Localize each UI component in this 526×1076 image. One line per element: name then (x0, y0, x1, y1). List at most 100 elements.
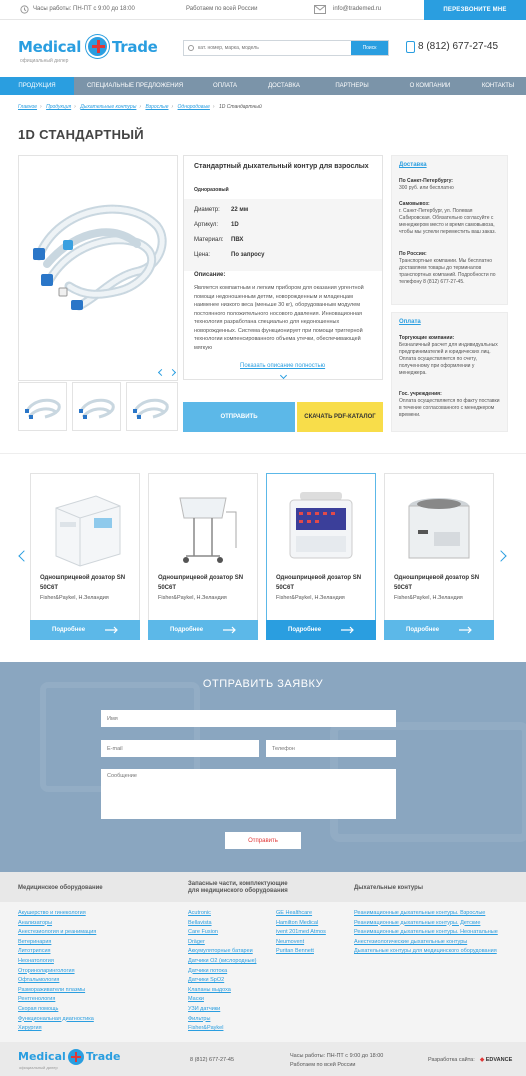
nav-special-offers[interactable]: СПЕЦИАЛЬНЫЕ ПРЕДЛОЖЕНИЯ (74, 77, 196, 95)
footer-link[interactable]: Анализаторы (18, 919, 52, 929)
product-card-more-button[interactable]: Подробнее (148, 620, 258, 640)
product-card-more-button[interactable]: Подробнее (30, 620, 140, 640)
show-more-link[interactable]: Показать описание полностью (240, 363, 325, 369)
footer-link[interactable]: Хирургия (18, 1024, 42, 1034)
footer-link[interactable]: Функциональная диагностика (18, 1015, 94, 1025)
product-card-image (179, 497, 237, 563)
header-phone[interactable]: 8 (812) 677-27-45 (418, 41, 498, 52)
gallery-thumb[interactable] (18, 382, 67, 431)
nav-payment[interactable]: ОПЛАТА (196, 77, 254, 95)
developer-logo[interactable]: ◆ EDVANCE (480, 1057, 512, 1063)
nav-contacts[interactable]: КОНТАКТЫ (470, 77, 526, 95)
footer-link[interactable]: Рентгенология (18, 995, 55, 1005)
breadcrumb-link[interactable]: Взрослые (145, 104, 168, 110)
download-pdf-button[interactable]: СКАЧАТЬ PDF-КАТАЛОГ (297, 402, 383, 432)
search-input[interactable] (184, 41, 352, 55)
spec-row: Артикул: 1D (194, 222, 239, 228)
footer-link[interactable]: Офтальмология (18, 976, 59, 986)
footer-link[interactable]: Неонатология (18, 957, 54, 967)
product-card-image (55, 495, 121, 567)
description-text: Является компактным и легким прибором дл… (194, 285, 364, 351)
nav-about[interactable]: О КОМПАНИИ (390, 77, 470, 95)
footer-link[interactable]: Дыхательные контуры для медицинского обо… (354, 947, 497, 957)
email-field[interactable] (101, 740, 259, 757)
product-card[interactable]: Одношприцевой дозатор SN 50C6T Fisher&Pa… (148, 473, 258, 640)
footer-link[interactable]: Реанимационные дыхательные контуры. Неон… (354, 928, 498, 938)
footer-link[interactable]: Care Fusion (188, 928, 218, 938)
breadcrumb-link[interactable]: Однородовые (178, 104, 210, 110)
footer-link[interactable]: Ветеринария (18, 938, 51, 948)
product-card[interactable]: Одношприцевой дозатор SN 50C6T Fisher&Pa… (266, 473, 376, 640)
footer-link[interactable]: Hamilton Medical (276, 919, 318, 929)
callback-button[interactable]: ПЕРЕЗВОНИТЕ МНЕ (424, 0, 526, 20)
arrow-right-icon (459, 626, 472, 634)
product-card[interactable]: Одношприцевой дозатор SN 50C6T Fisher&Pa… (384, 473, 494, 640)
nav-delivery[interactable]: ДОСТАВКА (254, 77, 314, 95)
footer-link[interactable]: Реанимационные дыхательные контуры. Детс… (354, 919, 480, 929)
footer-link[interactable]: Маски (188, 995, 204, 1005)
phone-field[interactable] (266, 740, 396, 757)
delivery-box: Доставка По Санкт-Петербургу: 300 руб. ил… (391, 155, 508, 305)
message-field[interactable] (101, 769, 396, 819)
logo[interactable]: Medical Trade официальный дилер (18, 35, 158, 64)
breadcrumb-link[interactable]: Продукция (46, 104, 71, 110)
product-main-image[interactable] (18, 155, 178, 381)
chevron-down-icon[interactable] (279, 371, 288, 380)
footer-link[interactable]: Реанимационные дыхательные контуры. Взро… (354, 909, 485, 919)
mail-icon (314, 5, 326, 14)
footer-col3-title: Дыхательные контуры (354, 885, 423, 891)
footer-link[interactable]: Акушерство и гинекология (18, 909, 86, 919)
delivery-heading[interactable]: Доставка (399, 162, 427, 168)
footer-link[interactable]: GE Healthcare (276, 909, 312, 919)
arrow-right-icon (341, 626, 354, 634)
main-nav: ПРОДУКЦИЯ СПЕЦИАЛЬНЫЕ ПРЕДЛОЖЕНИЯ ОПЛАТА… (0, 77, 526, 95)
footer-link[interactable]: Fisher&Paykel (188, 1024, 223, 1034)
product-card-title: Одношприцевой дозатор SN 50C6T (40, 575, 126, 591)
product-card-more-button[interactable]: Подробнее (266, 620, 376, 640)
breadcrumb-link[interactable]: Дыхательные контуры (80, 104, 136, 110)
arrow-right-icon (223, 626, 236, 634)
footer-link[interactable]: Литотрипсия (18, 947, 51, 957)
search-button[interactable]: Поиск (351, 41, 388, 55)
name-field[interactable] (101, 710, 396, 727)
payment-trade-title: Торгующие компании: (399, 335, 455, 341)
delivery-russia-text: Транспортные компании. Мы бесплатно дост… (399, 258, 496, 285)
spec-row: Диаметр: 22 мм (194, 207, 249, 213)
footer-link[interactable]: ivent 201med Atmos (276, 928, 326, 938)
footer-link[interactable]: Оториноларингология (18, 967, 75, 977)
footer-link[interactable]: Размораживатели плазмы (18, 986, 85, 996)
nav-partners[interactable]: ПАРТНЕРЫ (314, 77, 390, 95)
footer-link[interactable]: УЗИ датчики (188, 1005, 220, 1015)
gallery-thumb[interactable] (72, 382, 121, 431)
footer-logo[interactable]: Medical Trade официальный дилер (18, 1048, 120, 1070)
footer-link[interactable]: Neumovent (276, 938, 304, 948)
footer-link[interactable]: Фильтры (188, 1015, 210, 1025)
send-request-button[interactable]: ОТПРАВИТЬ (183, 402, 295, 432)
footer-phone[interactable]: 8 (812) 677-27-45 (190, 1057, 234, 1063)
payment-gov-text: Оплата осуществляется по факту поставки … (399, 398, 500, 418)
breadcrumb-link[interactable]: Главное (18, 104, 37, 110)
footer-link[interactable]: Датчики SpO2 (188, 976, 224, 986)
footer-link[interactable]: Dräger (188, 938, 205, 948)
footer-link[interactable]: Датчики O2 (кислородные) (188, 957, 256, 967)
footer-link[interactable]: Аккумуляторные батареи (188, 947, 253, 957)
footer-link[interactable]: Acutronic (188, 909, 211, 919)
nav-products[interactable]: ПРОДУКЦИЯ (0, 77, 74, 95)
footer-link[interactable]: Датчики потока (188, 967, 227, 977)
product-card-more-button[interactable]: Подробнее (384, 620, 494, 640)
footer-link[interactable]: Bellavista (188, 919, 212, 929)
footer-link[interactable]: Анестезиологические дыхательные контуры (354, 938, 467, 948)
footer-link[interactable]: Клапаны выдоха (188, 986, 231, 996)
submit-request-button[interactable]: Отправить (225, 832, 301, 849)
delivery-pickup-text: г. Санкт-Петербург, ул. Полевая Сабировс… (399, 208, 496, 235)
request-form-title: ОТПРАВИТЬ ЗАЯВКУ (202, 678, 324, 690)
logo-subtitle: официальный дилер (20, 58, 69, 64)
payment-heading[interactable]: Оплата (399, 319, 421, 325)
footer-link[interactable]: Анестезиология и реанимация (18, 928, 96, 938)
product-card[interactable]: Одношприцевой дозатор SN 50C6T Fisher&Pa… (30, 473, 140, 640)
footer-link[interactable]: Скорая помощь (18, 1005, 58, 1015)
email-link[interactable]: info@trademed.ru (333, 6, 381, 12)
footer-link[interactable]: Puritan Bennett (276, 947, 314, 957)
product-card-maker: Fisher&Paykel, Н.Зеландия (276, 595, 345, 601)
gallery-thumb[interactable] (126, 382, 178, 431)
